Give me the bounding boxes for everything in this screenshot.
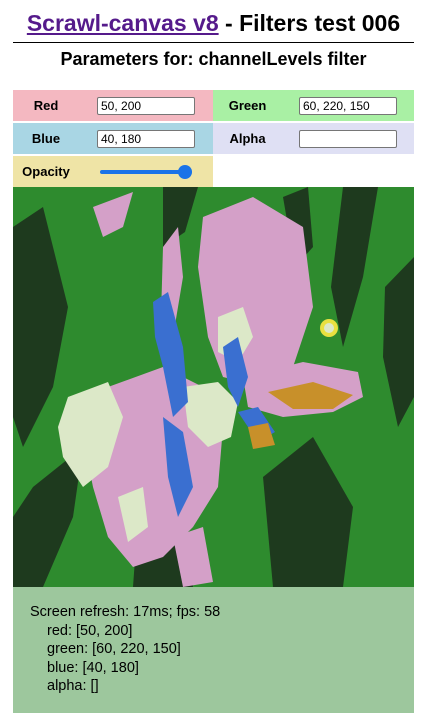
- scrawl-canvas-link[interactable]: Scrawl-canvas v8: [27, 10, 219, 36]
- red-input[interactable]: [97, 96, 195, 115]
- green-control: [282, 90, 414, 121]
- green-label: Green: [213, 90, 282, 121]
- page-title: Scrawl-canvas v8 - Filters test 006: [0, 10, 427, 37]
- filter-canvas[interactable]: [13, 187, 414, 587]
- parameters-heading: Parameters for: channelLevels filter: [60, 49, 367, 69]
- report-green: green: [60, 220, 150]: [47, 641, 181, 657]
- report-blue: blue: [40, 180]: [47, 659, 139, 676]
- report-refresh: Screen refresh: 17ms; fps: 58: [30, 604, 221, 620]
- status-report: Screen refresh: 17ms; fps: 58 red: [50, …: [13, 587, 414, 713]
- report-red: red: [50, 200]: [47, 622, 133, 639]
- blue-label: Blue: [13, 123, 79, 154]
- red-label: Red: [13, 90, 79, 121]
- red-control: [79, 90, 213, 121]
- alpha-input[interactable]: [299, 129, 397, 148]
- iris-flower-image: [13, 187, 414, 587]
- opacity-slider[interactable]: [100, 164, 192, 179]
- green-input[interactable]: [299, 96, 397, 115]
- title-suffix: - Filters test 006: [218, 10, 401, 36]
- blue-control: [79, 123, 213, 154]
- blue-input[interactable]: [97, 129, 195, 148]
- report-alpha: alpha: []: [47, 678, 99, 694]
- opacity-control: [79, 156, 213, 187]
- alpha-control: [282, 123, 414, 154]
- opacity-slider-thumb[interactable]: [178, 164, 192, 179]
- opacity-label: Opacity: [13, 156, 79, 187]
- title-divider: [13, 42, 414, 43]
- alpha-label: Alpha: [213, 123, 282, 154]
